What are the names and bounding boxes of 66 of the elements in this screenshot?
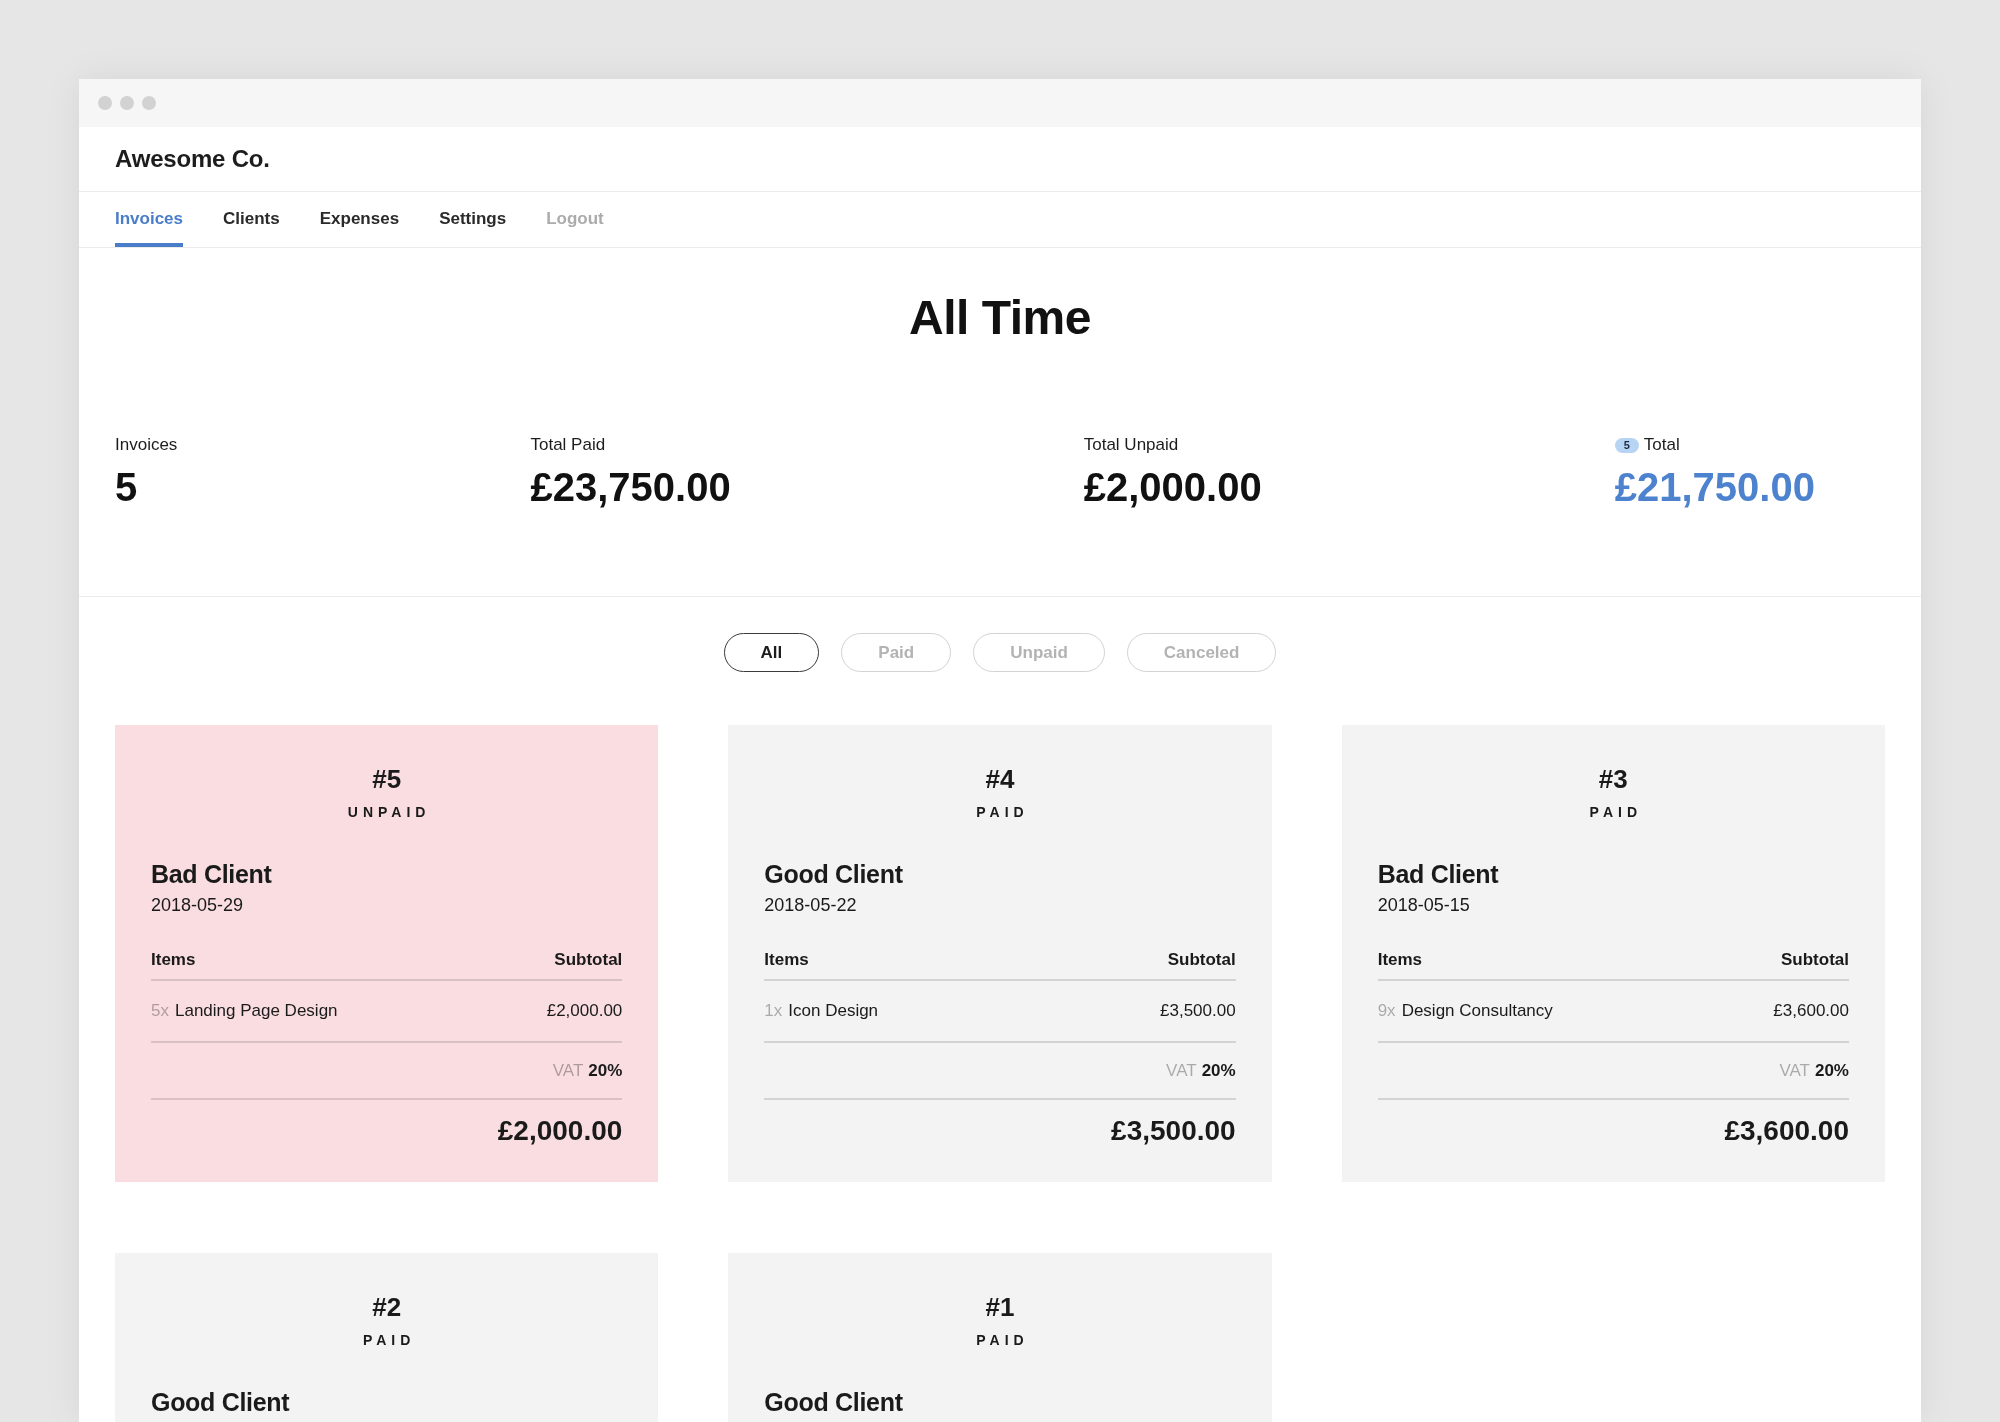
item-quantity: 9x <box>1377 1000 1396 1022</box>
stat-value: £2,000.00 <box>1083 464 1262 510</box>
invoice-card[interactable]: #5 UNPAID Bad Client 2018-05-29 Items Subtotal 5x Landing Page Design £2,000.00 VAT 20% £2,000.00 <box>115 725 659 1182</box>
column-header: Subtotal <box>554 949 623 971</box>
vat-rate: 20% <box>1201 1060 1236 1082</box>
invoice-number: #1 <box>985 1292 1015 1322</box>
invoice-number: #5 <box>372 764 402 794</box>
invoice-status: PAID <box>1588 803 1643 821</box>
item-subtotal: £2,000.00 <box>546 1000 623 1022</box>
nav-tab[interactable]: Clients <box>223 192 280 247</box>
stat-label: Total Paid <box>530 434 606 456</box>
vat-rate: 20% <box>588 1060 623 1082</box>
item-description: Icon Design <box>788 1000 879 1022</box>
page-title: All Time <box>909 290 1091 346</box>
item-subtotal: £3,600.00 <box>1773 1000 1849 1022</box>
invoice-date: 2018-05-15 <box>1377 894 1470 916</box>
stat-label: Total <box>1643 434 1680 456</box>
nav-tab[interactable]: Settings <box>439 192 507 247</box>
stat-value: 5 <box>115 464 138 510</box>
client-name: Good Client <box>151 1387 290 1417</box>
vat-label: VAT <box>552 1060 584 1082</box>
window-dot-icon[interactable] <box>142 96 156 110</box>
invoice-number: #4 <box>985 764 1015 794</box>
invoice-total: £2,000.00 <box>497 1114 623 1148</box>
invoice-card[interactable]: #1 PAID Good Client <box>728 1253 1272 1422</box>
invoice-number: #2 <box>372 1292 402 1322</box>
invoice-status: PAID <box>361 1331 416 1349</box>
nav-tab[interactable]: Expenses <box>319 192 400 247</box>
item-quantity: 1x <box>764 1000 783 1022</box>
column-header: Items <box>1377 949 1423 971</box>
brand-name: Awesome Co. <box>115 144 270 174</box>
invoice-date: 2018-05-29 <box>151 894 244 916</box>
vat-rate: 20% <box>1814 1060 1849 1082</box>
vat-label: VAT <box>1779 1060 1810 1082</box>
client-name: Good Client <box>764 859 903 889</box>
item-description: Design Consultancy <box>1401 1000 1553 1022</box>
invoice-total: £3,500.00 <box>1111 1114 1236 1148</box>
invoice-total: £3,600.00 <box>1724 1114 1849 1148</box>
filter-button[interactable]: All <box>723 633 820 672</box>
count-badge: 5 <box>1614 437 1639 453</box>
invoice-card[interactable]: #4 PAID Good Client 2018-05-22 Items Subtotal 1x Icon Design £3,500.00 VAT 20% £3,500.00 <box>728 725 1272 1182</box>
item-quantity: 5x <box>151 1000 169 1022</box>
column-header: Items <box>764 949 809 971</box>
invoice-card[interactable]: #2 PAID Good Client <box>115 1253 659 1422</box>
invoice-status: UNPAID <box>346 803 431 821</box>
invoice-card[interactable]: #3 PAID Bad Client 2018-05-15 Items Subtotal 9x Design Consultancy £3,600.00 VAT 20% £3,600.00 <box>1341 725 1885 1182</box>
item-description: Landing Page Design <box>174 1000 338 1022</box>
client-name: Good Client <box>764 1387 903 1417</box>
item-subtotal: £3,500.00 <box>1160 1000 1236 1022</box>
invoice-number: #3 <box>1598 764 1628 794</box>
column-header: Items <box>151 949 196 971</box>
invoice-status: PAID <box>975 1331 1029 1349</box>
invoice-status: PAID <box>975 803 1029 821</box>
column-header: Subtotal <box>1167 949 1236 971</box>
stat-label: Total Unpaid <box>1083 434 1179 456</box>
nav-tab[interactable]: Invoices <box>115 192 184 247</box>
window-dot-icon[interactable] <box>98 96 112 110</box>
client-name: Bad Client <box>151 859 272 889</box>
client-name: Bad Client <box>1377 859 1499 889</box>
stat-label: Invoices <box>115 434 178 456</box>
invoice-date: 2018-05-22 <box>764 894 857 916</box>
stat-value: £23,750.00 <box>530 464 731 510</box>
window-dot-icon[interactable] <box>120 96 134 110</box>
column-header: Subtotal <box>1781 949 1849 971</box>
stat-value: £21,750.00 <box>1614 464 1815 510</box>
vat-label: VAT <box>1166 1060 1197 1082</box>
